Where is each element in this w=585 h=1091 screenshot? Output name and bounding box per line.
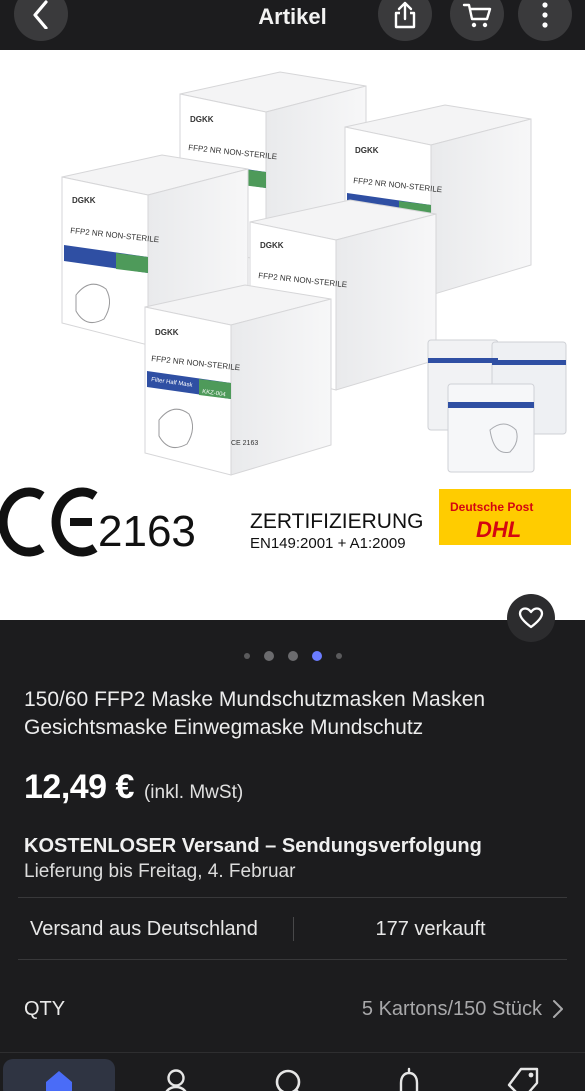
user-icon	[165, 1069, 187, 1091]
cart-icon	[462, 3, 492, 28]
delivery-estimate: Lieferung bis Freitag, 4. Februar	[24, 861, 296, 882]
price: 12,49 €	[24, 768, 134, 806]
home-icon	[46, 1071, 72, 1091]
carousel-dot-active[interactable]	[311, 651, 322, 661]
more-vertical-icon	[542, 2, 548, 28]
shipping-info: KOSTENLOSER Versand – Sendungsverfolgung	[24, 835, 482, 857]
tab-search[interactable]	[262, 1059, 318, 1091]
qty-selector[interactable]: QTY 5 Kartons/150 Stück	[24, 984, 564, 1034]
tab-deals[interactable]	[497, 1059, 553, 1091]
ce-mark: 2163	[0, 487, 196, 557]
favorite-button[interactable]	[507, 594, 555, 642]
cert-title: ZERTIFIZIERUNG	[250, 510, 423, 533]
more-button[interactable]	[518, 0, 572, 41]
box-brand: DGKK	[190, 115, 214, 124]
carousel-dot[interactable]	[287, 651, 298, 661]
carousel-dot[interactable]	[263, 651, 274, 661]
carousel-indicator	[0, 650, 585, 662]
ce-number: 2163	[98, 507, 196, 556]
tag-icon	[507, 1067, 539, 1091]
bottom-tab-bar	[0, 1052, 585, 1091]
divider	[18, 959, 567, 960]
mask-pouches	[427, 339, 567, 473]
product-title: 150/60 FFP2 Maske Mundschutzmasken Maske…	[24, 688, 486, 739]
dhl-logo: Deutsche Post DHL	[439, 489, 571, 545]
price-row: 12,49 € (inkl. MwSt)	[24, 768, 243, 807]
qty-value[interactable]: 5 Kartons/150 Stück	[362, 998, 564, 1021]
tab-home[interactable]	[3, 1059, 115, 1091]
box-brand: DGKK	[260, 241, 284, 250]
top-bar: Artikel	[0, 0, 585, 50]
share-icon	[394, 1, 416, 29]
qty-label: QTY	[24, 997, 66, 1020]
tab-notifications[interactable]	[381, 1059, 437, 1091]
box-brand: DGKK	[72, 196, 96, 205]
product-photo: DGKK FFP2 NR NON-STERILE DGKK FFP2 NR NO…	[0, 71, 571, 557]
sold-count: 177 verkauft	[375, 917, 486, 940]
box-brand: DGKK	[155, 328, 179, 337]
bell-icon	[399, 1067, 419, 1091]
box-brand: DGKK	[355, 146, 379, 155]
heart-icon	[518, 607, 544, 629]
share-button[interactable]	[378, 0, 432, 41]
search-icon	[275, 1069, 301, 1091]
cart-button[interactable]	[450, 0, 504, 41]
product-image[interactable]: DGKK FFP2 NR NON-STERILE DGKK FFP2 NR NO…	[0, 50, 585, 620]
tab-profile[interactable]	[148, 1059, 204, 1091]
carousel-dot[interactable]	[335, 653, 342, 659]
price-note: (inkl. MwSt)	[143, 782, 244, 803]
carrier-bottom: DHL	[476, 517, 521, 542]
chevron-right-icon	[553, 1000, 563, 1018]
ship-origin: Versand aus Deutschland	[30, 917, 258, 940]
qty-value-text: 5 Kartons/150 Stück	[361, 997, 542, 1020]
cert-norm: EN149:2001 + A1:2009	[250, 535, 406, 552]
carrier-top: Deutsche Post	[450, 500, 533, 514]
carousel-dot[interactable]	[243, 653, 250, 659]
box-ce: CE 2163	[231, 440, 258, 447]
shipping-sales-row: Versand aus Deutschland 177 verkauft	[18, 898, 567, 960]
